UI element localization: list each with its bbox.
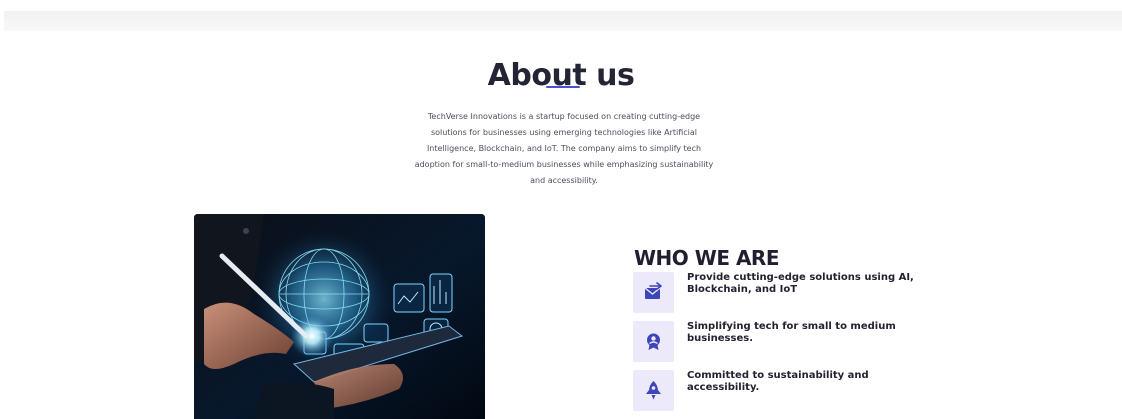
who-we-are-heading: WHO WE ARE [634, 245, 780, 270]
feature-icon-container [633, 272, 674, 313]
feature-icon-container [633, 370, 674, 411]
about-description: TechVerse Innovations is a startup focus… [414, 112, 714, 185]
feature-item-solutions: Provide cutting-edge solutions using AI,… [633, 272, 953, 314]
feature-item-simplifying: Simplifying tech for small to medium bus… [633, 321, 953, 363]
inbox-arrow-icon [644, 282, 662, 299]
feature-text: Provide cutting-edge solutions using AI,… [687, 272, 914, 295]
page-title: About us [487, 58, 635, 94]
title-underline [546, 86, 580, 88]
rocket-icon [646, 381, 661, 400]
feature-text: Simplifying tech for small to medium bus… [687, 321, 896, 344]
badge-person-icon [647, 333, 660, 350]
hero-image [194, 214, 485, 419]
feature-text: Committed to sustainability and accessib… [687, 370, 869, 393]
top-section-divider [4, 11, 1122, 31]
feature-item-sustainability: Committed to sustainability and accessib… [633, 370, 953, 412]
feature-icon-container [633, 321, 674, 362]
